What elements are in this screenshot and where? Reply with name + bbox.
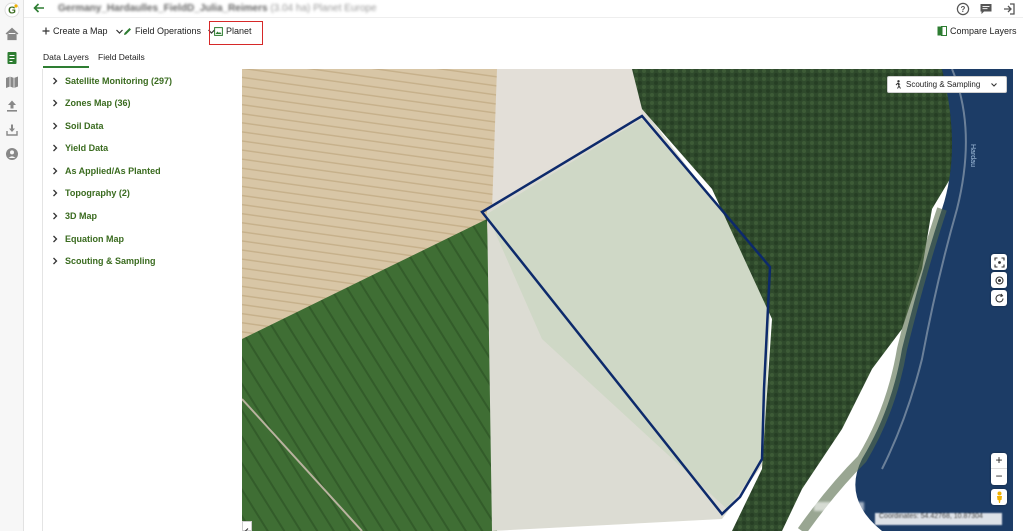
chevron-right-icon — [53, 144, 58, 152]
layer-label: Zones Map (36) — [65, 98, 131, 108]
download-icon[interactable] — [4, 122, 20, 138]
satellite-imagery — [242, 69, 1013, 531]
tab-data-layers[interactable]: Data Layers — [43, 52, 89, 68]
planet-button[interactable]: Planet — [214, 26, 252, 36]
scouting-sampling-label: Scouting & Sampling — [906, 80, 981, 89]
logout-icon[interactable] — [1002, 2, 1016, 16]
image-layer-icon — [214, 26, 223, 36]
plus-icon — [42, 27, 50, 35]
field-title-name: Germany_Hardaulles_FieldD_Julia_Reimers — [58, 3, 268, 14]
person-walking-icon — [895, 80, 901, 89]
locate-button[interactable] — [991, 272, 1007, 288]
planet-label: Planet — [226, 26, 252, 36]
upload-icon[interactable] — [4, 98, 20, 114]
zoom-control: + − — [991, 453, 1007, 485]
chevron-left-icon — [244, 528, 249, 531]
layer-topography[interactable]: Topography (2) — [51, 188, 130, 198]
create-map-label: Create a Map — [53, 26, 108, 36]
street-view-button[interactable] — [991, 489, 1007, 505]
locate-icon — [994, 275, 1004, 285]
scouting-sampling-dropdown[interactable]: Scouting & Sampling — [887, 76, 1007, 93]
coordinates-readout: Coordinates: 54.42768, 10.87304 — [875, 513, 1002, 525]
layer-yield-data[interactable]: Yield Data — [51, 143, 108, 153]
field-title-area: (3.04 ha) — [270, 3, 311, 14]
help-icon[interactable]: ? — [956, 2, 970, 16]
chevron-right-icon — [53, 212, 58, 220]
create-map-button[interactable]: Create a Map — [42, 26, 127, 36]
chevron-right-icon — [53, 235, 58, 243]
chevron-right-icon — [53, 189, 58, 197]
chevron-right-icon — [53, 99, 58, 107]
layer-as-applied[interactable]: As Applied/As Planted — [51, 166, 161, 176]
layer-label: 3D Map — [65, 211, 98, 221]
notes-icon[interactable] — [4, 50, 20, 66]
compare-layers-button[interactable]: Compare Layers — [937, 26, 1017, 36]
layer-satellite-monitoring[interactable]: Satellite Monitoring (297) — [51, 76, 172, 86]
collapse-panel-button[interactable] — [242, 521, 252, 531]
account-icon[interactable] — [4, 146, 20, 162]
scale-bar — [814, 502, 864, 511]
top-bar: Germany_Hardaulles_FieldD_Julia_Reimers … — [24, 0, 1023, 18]
field-operations-button[interactable]: Field Operations — [123, 26, 219, 36]
layer-label: Satellite Monitoring (297) — [65, 76, 173, 86]
fit-bounds-button[interactable] — [991, 254, 1007, 270]
left-rail: G — [0, 0, 24, 531]
chevron-right-icon — [53, 257, 58, 265]
layer-label: As Applied/As Planted — [65, 166, 161, 176]
svg-text:?: ? — [961, 5, 966, 14]
layer-scouting-sampling[interactable]: Scouting & Sampling — [51, 256, 156, 266]
pegman-icon — [996, 491, 1002, 503]
tab-field-details[interactable]: Field Details — [98, 52, 145, 62]
layer-zones-map[interactable]: Zones Map (36) — [51, 98, 131, 108]
layer-label: Yield Data — [65, 143, 109, 153]
panel-tabs: Data Layers Field Details — [24, 46, 243, 68]
chevron-right-icon — [53, 167, 58, 175]
layer-equation-map[interactable]: Equation Map — [51, 234, 124, 244]
app-logo-icon[interactable]: G — [4, 2, 20, 18]
data-layers-list: Satellite Monitoring (297) Zones Map (36… — [42, 69, 242, 531]
fit-bounds-icon — [993, 256, 1005, 268]
chevron-right-icon — [53, 77, 58, 85]
pencil-icon — [124, 27, 131, 35]
layer-label: Equation Map — [65, 234, 124, 244]
layer-label: Topography (2) — [65, 188, 130, 198]
field-title: Germany_Hardaulles_FieldD_Julia_Reimers … — [58, 3, 377, 14]
field-title-suffix: Planet Europe — [313, 3, 377, 14]
zoom-in-button[interactable]: + — [991, 453, 1007, 469]
satellite-map[interactable]: Scouting & Sampling Hardau + − Coordinat… — [242, 69, 1013, 531]
zoom-out-button[interactable]: − — [991, 469, 1007, 485]
home-icon[interactable] — [4, 26, 20, 42]
chat-icon[interactable] — [979, 2, 993, 16]
layer-label: Soil Data — [65, 121, 104, 131]
field-operations-label: Field Operations — [135, 26, 202, 36]
toolbar: Create a Map Field Operations Planet Com… — [24, 20, 1023, 46]
chevron-right-icon — [53, 122, 58, 130]
rotate-button[interactable] — [991, 290, 1007, 306]
back-icon[interactable] — [32, 1, 46, 15]
chevron-down-icon — [991, 82, 998, 87]
layer-3d-map[interactable]: 3D Map — [51, 211, 97, 221]
layer-label: Scouting & Sampling — [65, 256, 156, 266]
compare-layers-icon — [937, 26, 947, 36]
layer-soil-data[interactable]: Soil Data — [51, 121, 104, 131]
street-label: Hardau — [969, 144, 976, 167]
map-icon[interactable] — [4, 74, 20, 90]
rotate-icon — [994, 293, 1004, 302]
compare-layers-label: Compare Layers — [950, 26, 1017, 36]
